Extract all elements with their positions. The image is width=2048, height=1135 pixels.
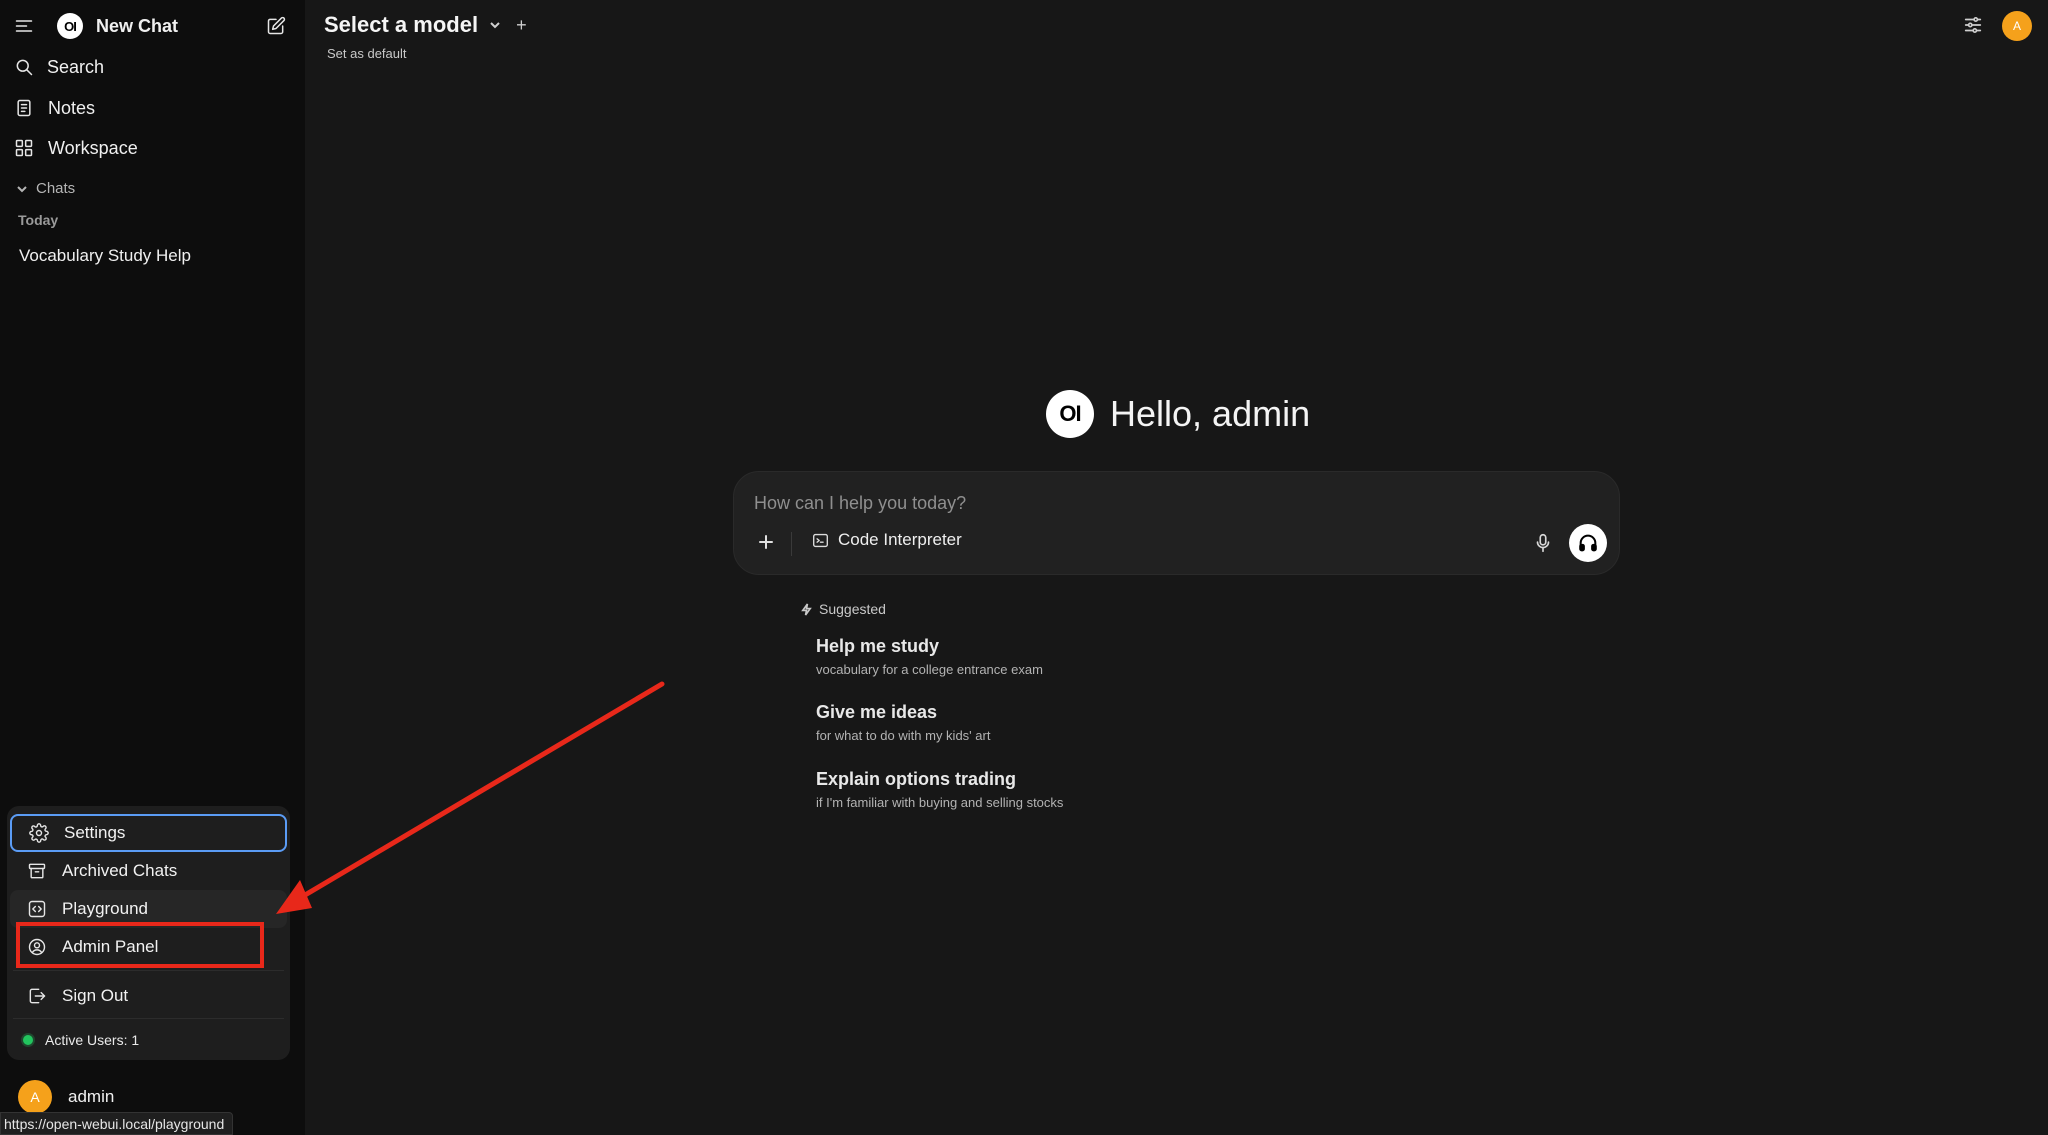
menu-item-sign-out[interactable]: Sign Out (10, 977, 287, 1015)
sliders-icon (1964, 17, 1982, 33)
chevron-down-icon (490, 22, 500, 29)
attach-button[interactable] (756, 532, 778, 554)
grid-icon (12, 136, 36, 160)
suggestion-title: Help me study (816, 636, 940, 656)
notes-icon (12, 96, 36, 120)
suggestion-subtitle: for what to do with my kids' art (816, 728, 991, 743)
chats-header: Chats (36, 180, 76, 197)
greeting: OI Hello, admin (1046, 390, 1310, 438)
suggested-header: Suggested (800, 601, 886, 617)
model-selector[interactable]: Select a model + (324, 12, 527, 38)
active-users-label: Active Users: 1 (45, 1032, 140, 1048)
archive-box-icon (26, 860, 48, 882)
menu-item-label: Archived Chats (62, 861, 178, 880)
new-chat-button[interactable]: OI New Chat (57, 13, 178, 39)
controls-button[interactable] (1962, 14, 1986, 38)
suggestion-subtitle: vocabulary for a college entrance exam (816, 662, 1043, 677)
sidebar-item-workspace[interactable]: Workspace (12, 136, 138, 160)
message-composer: Code Interpreter (733, 471, 1620, 575)
suggestion-title: Explain options trading (816, 769, 1017, 789)
sidebar-item-label: Notes (48, 97, 96, 118)
sidebar-item-label: Workspace (48, 137, 138, 158)
search-icon (12, 55, 36, 79)
status-bar-url: https://open-webui.local/playground (0, 1112, 234, 1135)
sidebar-toggle-row (12, 14, 36, 38)
chat-group-today: Today (18, 212, 59, 228)
online-status-dot (23, 1035, 33, 1045)
code-interpreter-label: Code Interpreter (838, 530, 962, 549)
active-users-indicator: Active Users: 1 (23, 1032, 139, 1048)
sidebar-item-label: Search (47, 56, 105, 77)
greeting-text: Hello, admin (1110, 393, 1311, 434)
avatar: A (18, 1080, 52, 1114)
gear-icon (28, 822, 50, 844)
headphones-icon (1579, 534, 1597, 552)
user-name: admin (68, 1087, 115, 1106)
pencil-square-icon (264, 14, 288, 38)
suggestion-item[interactable]: Give me ideas for what to do with my kid… (816, 702, 990, 743)
openwebui-logo-icon: OI (1046, 390, 1094, 438)
message-input[interactable] (754, 490, 1554, 516)
voice-mode-button[interactable] (1569, 524, 1607, 562)
menu-item-label: Settings (64, 823, 126, 842)
dictate-button[interactable] (1532, 532, 1556, 556)
code-bracket-square-icon (26, 898, 48, 920)
suggestion-subtitle: if I'm familiar with buying and selling … (816, 795, 1064, 810)
new-chat-label: New Chat (96, 15, 179, 36)
compose-button[interactable] (264, 14, 288, 38)
hamburger-menu-icon[interactable] (12, 14, 36, 38)
menu-item-label: Playground (62, 899, 149, 918)
plus-icon (759, 535, 773, 549)
composer-divider (791, 532, 792, 556)
suggestion-title: Give me ideas (816, 702, 938, 722)
chat-item[interactable]: Vocabulary Study Help (19, 246, 191, 266)
terminal-icon (813, 533, 828, 547)
menu-item-settings[interactable]: Settings (10, 814, 287, 852)
header-avatar[interactable]: A (2002, 11, 2032, 41)
menu-divider (13, 1018, 284, 1019)
app-root: OI New Chat Search Notes Workspace Chats… (0, 0, 2048, 1135)
suggestion-item[interactable]: Explain options trading if I'm familiar … (816, 769, 1063, 810)
chats-section-toggle[interactable]: Chats (16, 180, 75, 197)
lightning-bolt-icon (801, 602, 812, 616)
sidebar-item-notes[interactable]: Notes (12, 96, 95, 120)
suggested-label: Suggested (819, 601, 886, 617)
microphone-icon (1536, 533, 1550, 553)
sign-out-icon (26, 985, 48, 1007)
sidebar-item-search[interactable]: Search (12, 55, 104, 79)
annotation-highlight-box (16, 922, 264, 968)
suggestion-item[interactable]: Help me study vocabulary for a college e… (816, 636, 1043, 677)
set-default-link[interactable]: Set as default (327, 46, 407, 61)
menu-divider (13, 970, 284, 971)
openwebui-logo-icon: OI (57, 13, 83, 39)
code-interpreter-toggle[interactable]: Code Interpreter (812, 530, 962, 550)
add-model-button[interactable]: + (516, 15, 527, 36)
sidebar-user-button[interactable]: A admin (18, 1080, 114, 1114)
menu-item-label: Sign Out (62, 986, 129, 1005)
menu-item-archived-chats[interactable]: Archived Chats (10, 852, 287, 890)
chevron-down-icon (17, 185, 27, 192)
model-selector-label: Select a model (324, 12, 479, 37)
